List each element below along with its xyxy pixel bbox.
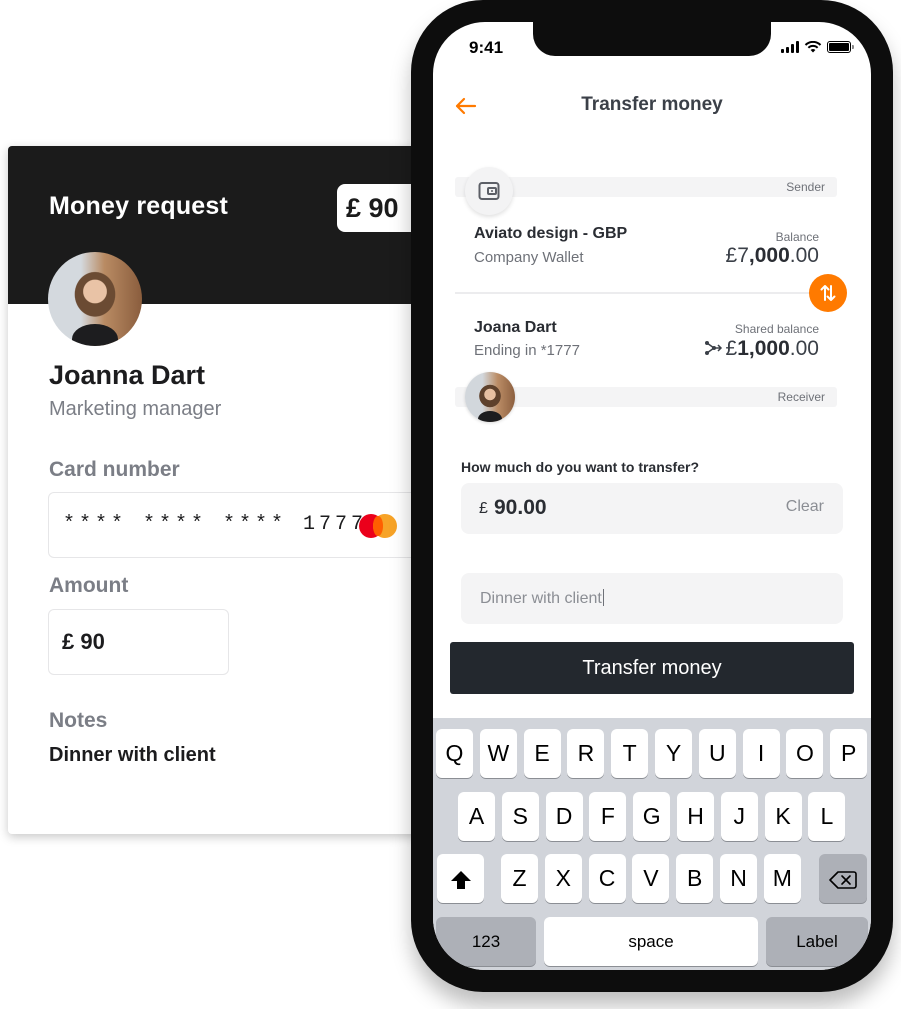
- receiver-subtitle: Ending in *1777: [474, 342, 580, 359]
- swap-button[interactable]: [809, 274, 847, 312]
- key-n[interactable]: N: [720, 854, 757, 903]
- key-h[interactable]: H: [677, 792, 714, 841]
- key-y[interactable]: Y: [655, 729, 692, 778]
- notes-value: Dinner with client: [49, 744, 216, 766]
- battery-icon: [827, 41, 854, 53]
- card-number-label: Card number: [49, 458, 180, 481]
- key-k[interactable]: K: [764, 792, 802, 841]
- transfer-question: How much do you want to transfer?: [461, 459, 700, 475]
- amount-field[interactable]: £ 90: [48, 609, 229, 675]
- key-e[interactable]: E: [523, 729, 561, 778]
- phone-frame: 9:41 Transfer money Sender Aviato design…: [411, 0, 893, 992]
- amount-input[interactable]: £ 90.00 Clear: [461, 483, 843, 534]
- key-v[interactable]: V: [632, 854, 670, 903]
- receiver-avatar: [465, 372, 515, 422]
- sender-wallet-badge: [465, 167, 513, 215]
- phone-notch: [533, 22, 771, 56]
- key-a[interactable]: A: [458, 792, 495, 841]
- key-b[interactable]: B: [676, 854, 714, 903]
- page-title: Transfer money: [581, 94, 723, 115]
- key-r[interactable]: R: [567, 729, 605, 778]
- space-key[interactable]: space: [544, 917, 758, 966]
- money-request-title: Money request: [49, 192, 229, 220]
- phone-screen: 9:41 Transfer money Sender Aviato design…: [433, 22, 871, 970]
- key-l[interactable]: L: [808, 792, 846, 841]
- notes-label: Notes: [49, 709, 108, 732]
- card-number-value: **** **** **** 1777: [63, 513, 368, 536]
- key-s[interactable]: S: [501, 792, 539, 841]
- backspace-key[interactable]: [819, 854, 867, 903]
- text-cursor: [602, 589, 605, 606]
- key-t[interactable]: T: [611, 729, 649, 778]
- receiver-name: Joana Dart: [474, 319, 557, 336]
- key-m[interactable]: M: [763, 854, 801, 903]
- clear-button[interactable]: Clear: [786, 498, 824, 516]
- note-input-value: Dinner with client: [480, 590, 602, 607]
- key-u[interactable]: U: [698, 729, 736, 778]
- return-key[interactable]: Label: [766, 917, 868, 966]
- receiver-balance: £1,000.00: [704, 337, 819, 361]
- key-i[interactable]: I: [742, 729, 780, 778]
- sender-receiver-divider: [455, 292, 837, 294]
- requester-name: Joanna Dart: [49, 360, 206, 390]
- swap-vertical-icon: [820, 285, 836, 301]
- requester-role: Marketing manager: [49, 398, 222, 420]
- shift-icon: [450, 870, 471, 889]
- sender-balance-label: Balance: [775, 230, 819, 244]
- key-q[interactable]: Q: [436, 729, 473, 778]
- signal-icon: [781, 41, 799, 53]
- transfer-money-button[interactable]: Transfer money: [450, 642, 854, 694]
- key-w[interactable]: W: [479, 729, 517, 778]
- key-o[interactable]: O: [786, 729, 824, 778]
- sender-name: Aviato design - GBP: [474, 225, 628, 242]
- key-f[interactable]: F: [589, 792, 627, 841]
- wifi-icon: [804, 41, 822, 53]
- mastercard-icon: [359, 514, 399, 538]
- sender-tag: Sender: [786, 180, 825, 194]
- share-nodes-icon: [704, 341, 722, 355]
- amount-label: Amount: [49, 574, 129, 597]
- key-d[interactable]: D: [545, 792, 583, 841]
- key-c[interactable]: C: [588, 854, 626, 903]
- key-j[interactable]: J: [720, 792, 758, 841]
- avatar: [48, 252, 142, 346]
- keyboard: QWERTYUIOP ASDFGHJKL ZXCVBNM 123 space L…: [433, 718, 871, 970]
- key-x[interactable]: X: [544, 854, 582, 903]
- shift-key[interactable]: [437, 854, 484, 903]
- card-number-field[interactable]: **** **** **** 1777: [48, 492, 428, 558]
- note-input[interactable]: Dinner with client: [461, 573, 843, 624]
- key-z[interactable]: Z: [501, 854, 538, 903]
- backspace-icon: [829, 871, 857, 889]
- money-request-card: Money request £ 90 Joanna Dart Marketing…: [8, 146, 428, 834]
- amount-currency: £: [479, 500, 488, 517]
- sender-subtitle: Company Wallet: [474, 249, 584, 266]
- key-g[interactable]: G: [633, 792, 671, 841]
- wallet-icon: [478, 182, 500, 200]
- status-icons: [781, 41, 854, 53]
- receiver-balance-label: Shared balance: [734, 322, 819, 336]
- receiver-tag: Receiver: [777, 390, 825, 404]
- status-time: 9:41: [469, 38, 504, 57]
- amount-value: 90.00: [494, 496, 547, 519]
- numbers-key[interactable]: 123: [436, 917, 536, 966]
- key-p[interactable]: P: [830, 729, 868, 778]
- sender-balance: £7,000.00: [725, 244, 819, 267]
